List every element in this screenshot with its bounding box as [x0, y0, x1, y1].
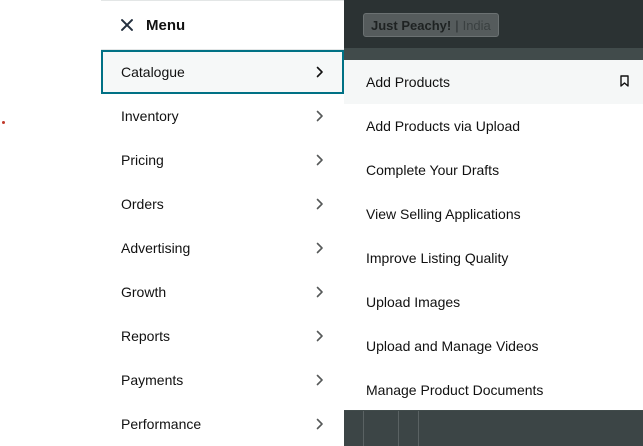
menu-item-label: Reports [121, 328, 171, 344]
bookmark-icon[interactable] [620, 74, 629, 90]
footer-divider [363, 411, 364, 446]
submenu-item-label: Upload Images [366, 294, 461, 310]
menu-item-label: Pricing [121, 152, 164, 168]
submenu-item-label: Add Products [366, 74, 451, 90]
menu-item-label: Inventory [121, 108, 179, 124]
footer-divider [418, 411, 419, 446]
menu-item-performance[interactable]: Performance [101, 402, 344, 446]
chevron-right-icon [316, 110, 324, 122]
menu-item-catalogue[interactable]: Catalogue [101, 50, 344, 94]
submenu-item-label: View Selling Applications [366, 206, 521, 222]
store-region: India [462, 17, 491, 33]
chevron-right-icon [316, 154, 324, 166]
store-badge[interactable]: Just Peachy! | India [363, 13, 499, 37]
chevron-right-icon [316, 66, 324, 78]
submenu-item-label: Complete Your Drafts [366, 162, 500, 178]
submenu-item-view-selling-applications[interactable]: View Selling Applications [344, 192, 643, 236]
submenu-item-upload-images[interactable]: Upload Images [344, 280, 643, 324]
submenu-item-manage-product-documents[interactable]: Manage Product Documents [344, 368, 643, 412]
submenu-item-complete-your-drafts[interactable]: Complete Your Drafts [344, 148, 643, 192]
navigation-menu: Menu Catalogue Inventory Pricing Orders Adve… [101, 0, 344, 446]
menu-item-growth[interactable]: Growth [101, 270, 344, 314]
menu-item-reports[interactable]: Reports [101, 314, 344, 358]
submenu-item-label: Improve Listing Quality [366, 250, 509, 266]
menu-item-advertising[interactable]: Advertising [101, 226, 344, 270]
menu-list: Catalogue Inventory Pricing Orders Advertisi… [101, 50, 344, 446]
menu-item-label: Payments [121, 372, 184, 388]
app-footer-strip [343, 411, 643, 446]
submenu-item-label: Upload and Manage Videos [366, 338, 539, 354]
submenu-item-upload-and-manage-videos[interactable]: Upload and Manage Videos [344, 324, 643, 368]
menu-item-payments[interactable]: Payments [101, 358, 344, 402]
submenu-item-label: Add Products via Upload [366, 118, 521, 134]
menu-item-label: Advertising [121, 240, 191, 256]
footer-divider [398, 411, 399, 446]
menu-item-label: Orders [121, 196, 164, 212]
submenu-item-add-products-via-upload[interactable]: Add Products via Upload [344, 104, 643, 148]
menu-item-label: Performance [121, 416, 202, 432]
chevron-right-icon [316, 374, 324, 386]
chevron-right-icon [316, 198, 324, 210]
submenu-item-add-products[interactable]: Add Products [344, 60, 643, 104]
menu-item-inventory[interactable]: Inventory [101, 94, 344, 138]
menu-title: Menu [146, 16, 186, 34]
chevron-right-icon [316, 330, 324, 342]
chevron-right-icon [316, 286, 324, 298]
menu-item-pricing[interactable]: Pricing [101, 138, 344, 182]
menu-item-orders[interactable]: Orders [101, 182, 344, 226]
submenu-item-label: Manage Product Documents [366, 382, 544, 398]
page-marker-dot [2, 121, 5, 124]
chevron-right-icon [316, 418, 324, 430]
close-icon[interactable] [119, 17, 135, 33]
submenu-item-improve-listing-quality[interactable]: Improve Listing Quality [344, 236, 643, 280]
store-name: Just Peachy! [371, 17, 452, 33]
chevron-right-icon [316, 242, 324, 254]
menu-header: Menu [101, 1, 344, 50]
store-separator: | [455, 17, 459, 33]
menu-item-label: Growth [121, 284, 167, 300]
menu-item-label: Catalogue [121, 64, 185, 80]
catalogue-submenu: Add Products Add Products via Upload Compl… [344, 60, 643, 410]
